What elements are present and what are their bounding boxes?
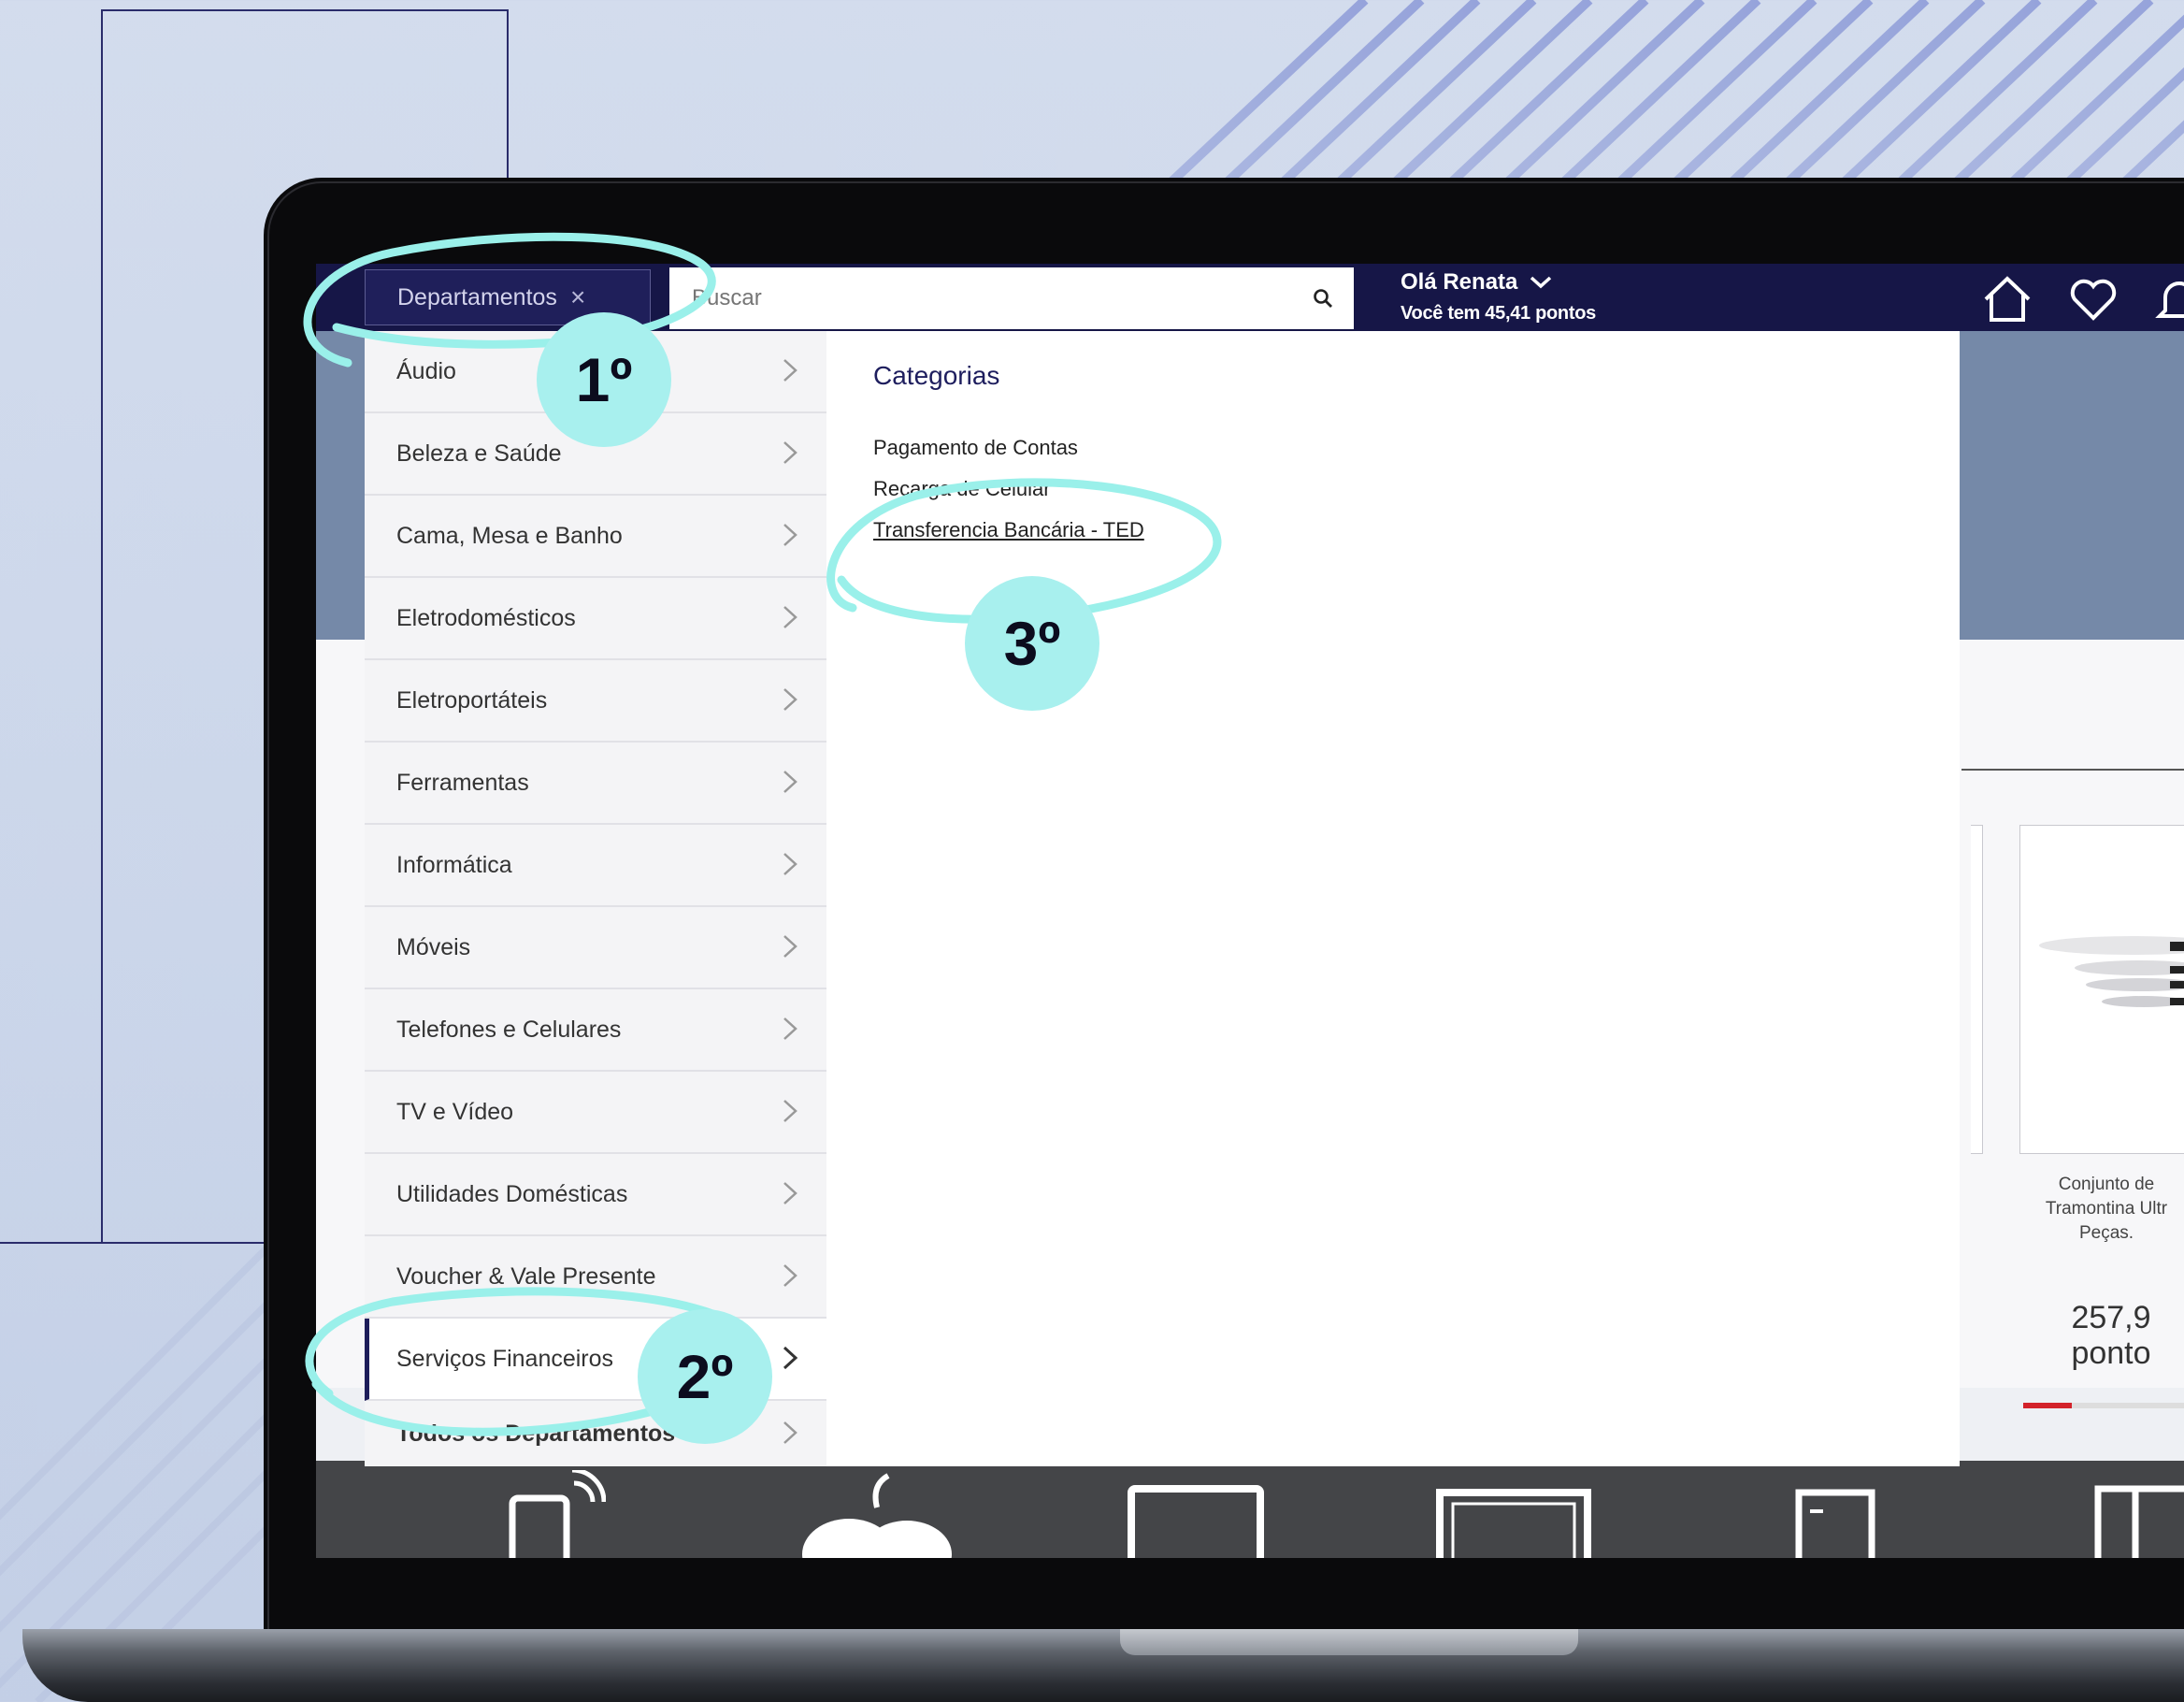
chevron-right-icon [783,1421,797,1444]
product-card[interactable] [2019,825,2184,1154]
carousel-progress [2023,1403,2184,1408]
chevron-right-icon [783,1264,797,1287]
menu-item-utilidades-domesticas[interactable]: Utilidades Domésticas [365,1154,826,1236]
menu-item-label: Informática [396,851,512,878]
product-name[interactable]: Conjunto de Tramontina Ultr Peças. [2018,1173,2184,1246]
menu-item-label: Eletrodomésticos [396,604,576,631]
menu-item-label: Beleza e Saúde [396,440,562,467]
link-recarga-de-celular[interactable]: Recarga de Celular [873,477,1051,501]
laptop-screen: Conjunto de Tramontina Ultr Peças. 257,9… [316,264,2184,1558]
link-pagamento-de-contas[interactable]: Pagamento de Contas [873,436,1078,460]
search-box [669,267,1354,329]
menu-item-eletroportateis[interactable]: Eletroportáteis [365,660,826,743]
chevron-right-icon [783,524,797,546]
menu-item-ferramentas[interactable]: Ferramentas [365,743,826,825]
category-icon-bar [316,1461,2184,1558]
menu-item-beleza-e-saude[interactable]: Beleza e Saúde [365,413,826,496]
menu-item-eletrodomesticos[interactable]: Eletrodomésticos [365,578,826,660]
menu-item-label: Eletroportáteis [396,686,548,714]
chevron-right-icon [783,771,797,793]
menu-item-label: Telefones e Celulares [396,1016,622,1043]
departments-label: Departamentos [397,283,557,310]
search-icon[interactable] [1313,288,1333,309]
appliance-icon[interactable] [1793,1470,1877,1558]
user-greeting[interactable]: Olá Renata Você tem 45,41 pontos [1401,269,1596,325]
chevron-right-icon [783,1182,797,1204]
price-unit: ponto [2071,1335,2151,1371]
bell-icon[interactable] [2152,273,2184,325]
menu-item-label: Utilidades Domésticas [396,1180,628,1207]
chevron-right-icon [783,441,797,464]
chevron-down-icon[interactable] [1529,275,1553,290]
categories-heading: Categorias [873,361,1000,390]
chevron-right-icon [783,359,797,382]
decorative-line [0,1242,103,1244]
section-divider [1961,769,2184,771]
departments-menu: Áudio Beleza e Saúde Cama, Mesa e Banho … [365,331,827,1401]
chevron-right-icon [783,1017,797,1040]
product-name-line: Peças. [2078,1223,2134,1243]
site-header: Departamentos × Olá Renata Você tem 45,4… [316,264,2184,331]
chevron-right-icon [783,853,797,875]
menu-item-voucher-vale-presente[interactable]: Voucher & Vale Presente [365,1236,826,1319]
cookware-image [2039,936,2184,1007]
greeting-text: Olá Renata [1401,269,1518,295]
furniture-icon[interactable] [2092,1470,2184,1558]
product-name-line: Conjunto de [2058,1175,2155,1194]
menu-item-label: Todos os Departamentos [396,1420,676,1447]
product-card-edge [1971,825,1983,1154]
menu-item-label: TV e Vídeo [396,1098,514,1125]
close-icon[interactable]: × [570,282,585,312]
home-icon[interactable] [1980,273,2034,325]
menu-item-label: Móveis [396,933,471,960]
phone-icon[interactable] [503,1470,606,1558]
chevron-right-icon [783,1346,798,1370]
menu-item-label: Voucher & Vale Presente [396,1262,656,1290]
chevron-right-icon [783,1100,797,1122]
menu-item-servicos-financeiros[interactable]: Serviços Financeiros [365,1319,826,1401]
header-icons [1980,273,2184,325]
product-name-line: Tramontina Ultr [2045,1199,2168,1219]
laptop-notch [1120,1629,1578,1655]
laptop-base [22,1629,2184,1702]
chevron-right-icon [783,606,797,628]
menu-item-moveis[interactable]: Móveis [365,907,826,989]
menu-item-todos-departamentos[interactable]: Todos os Departamentos [365,1401,826,1466]
menu-item-informatica[interactable]: Informática [365,825,826,907]
menu-item-audio[interactable]: Áudio [365,331,826,413]
price-value: 257,9 [2071,1300,2151,1335]
tv-icon[interactable] [1434,1470,1593,1558]
tablet-icon[interactable] [1126,1470,1266,1558]
menu-item-cama-mesa-banho[interactable]: Cama, Mesa e Banho [365,496,826,578]
departments-button[interactable]: Departamentos × [365,269,651,325]
menu-item-tv-e-video[interactable]: TV e Vídeo [365,1072,826,1154]
categories-panel: Categorias Pagamento de Contas Recarga d… [826,331,1960,1466]
chevron-right-icon [783,935,797,958]
menu-item-telefones-celulares[interactable]: Telefones e Celulares [365,989,826,1072]
heart-icon[interactable] [2066,273,2120,325]
search-input[interactable] [690,284,1313,312]
menu-item-label: Áudio [396,357,456,384]
menu-item-label: Cama, Mesa e Banho [396,522,623,549]
points-balance: Você tem 45,41 pontos [1401,303,1596,324]
chevron-right-icon [783,688,797,711]
menu-item-label: Ferramentas [396,769,529,796]
fruit-icon[interactable] [802,1470,952,1558]
product-price: 257,9 ponto [2027,1300,2184,1371]
menu-item-label: Serviços Financeiros [396,1345,614,1372]
link-transferencia-bancaria-ted[interactable]: Transferencia Bancária - TED [873,518,1144,542]
